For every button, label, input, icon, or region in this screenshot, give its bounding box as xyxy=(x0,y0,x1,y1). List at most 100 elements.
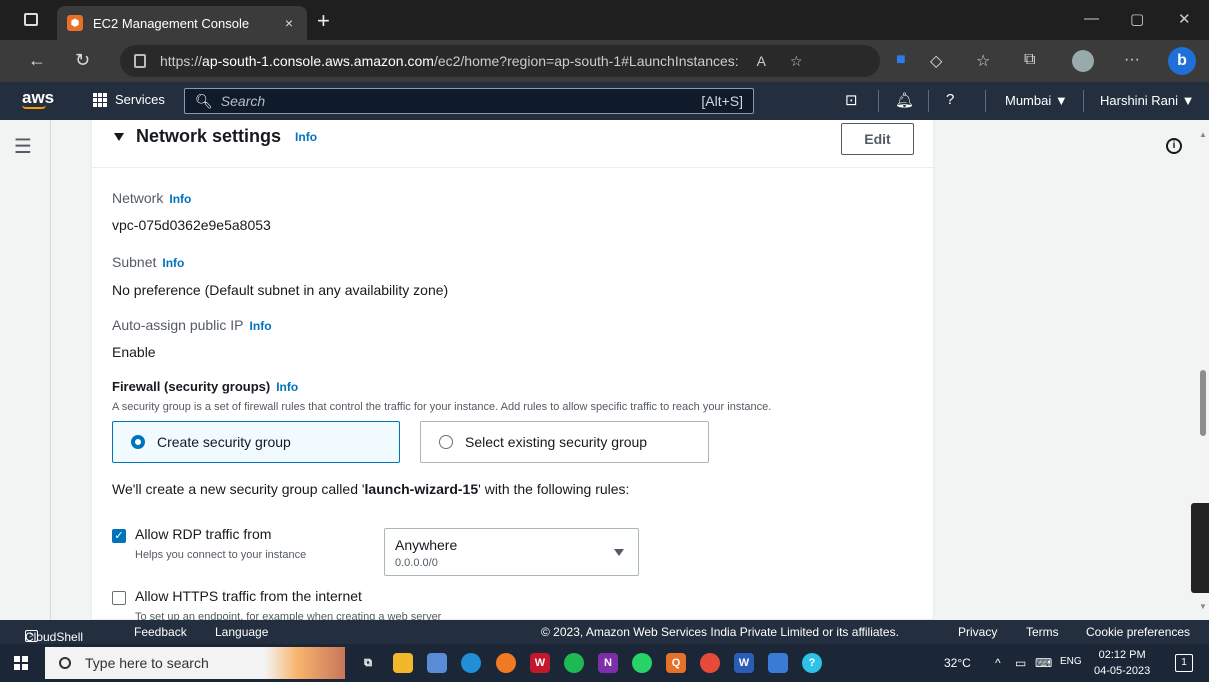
tab-close-icon[interactable]: × xyxy=(281,15,297,31)
whatsapp-icon[interactable] xyxy=(632,653,652,673)
side-tools-strip[interactable] xyxy=(1191,503,1209,593)
search-highlight-image xyxy=(265,647,345,679)
info-link[interactable]: Info xyxy=(295,130,317,144)
address-bar[interactable]: https://ap-south-1.console.aws.amazon.co… xyxy=(120,45,880,77)
create-security-group-option[interactable]: Create security group xyxy=(112,421,400,463)
aws-footer: > CloudShell Feedback Language © 2023, Am… xyxy=(0,620,1209,644)
firewall-info-link[interactable]: Info xyxy=(276,380,298,394)
subnet-label: Subnet Info xyxy=(112,254,185,270)
network-value: vpc-075d0362e9e5a8053 xyxy=(112,217,271,233)
notifications-bell-icon[interactable]: 🔔︎ xyxy=(895,91,914,109)
privacy-link[interactable]: Privacy xyxy=(958,625,997,639)
hamburger-menu-icon[interactable]: ☰ xyxy=(14,134,32,159)
help-app-icon[interactable]: ? xyxy=(802,653,822,673)
lock-icon xyxy=(134,54,146,68)
network-app-icon[interactable] xyxy=(768,653,788,673)
battery-icon[interactable]: ▭ xyxy=(1015,656,1026,670)
services-menu[interactable]: Services xyxy=(93,92,165,107)
keyboard-icon[interactable]: ⌨ xyxy=(1035,656,1052,670)
tab-title: EC2 Management Console xyxy=(93,15,250,31)
favorite-star-icon[interactable]: ☆ xyxy=(790,53,803,70)
scroll-down-icon[interactable]: ▼ xyxy=(1199,602,1207,611)
spotify-icon[interactable] xyxy=(564,653,584,673)
allow-rdp-checkbox[interactable]: ✓ xyxy=(112,529,126,543)
weather-widget[interactable]: 32°C xyxy=(944,656,971,670)
language-indicator[interactable]: ENG xyxy=(1060,656,1082,667)
region-selector[interactable]: Mumbai ▼ xyxy=(1005,93,1068,108)
new-tab-button[interactable]: + xyxy=(317,8,330,34)
windows-taskbar: Type here to search ⧉ W N Q W ? 32°C ^ ▭… xyxy=(0,644,1209,682)
minimize-button[interactable]: — xyxy=(1084,10,1099,27)
taskbar-search-input[interactable]: Type here to search xyxy=(45,647,345,679)
close-window-button[interactable]: ✕ xyxy=(1178,10,1191,28)
cloudshell-icon[interactable]: ⊡ xyxy=(845,91,858,109)
public-ip-info-link[interactable]: Info xyxy=(250,319,272,333)
extension-icon[interactable]: ■ xyxy=(896,51,906,69)
security-group-note: We'll create a new security group called… xyxy=(112,481,630,497)
rdp-source-select[interactable]: Anywhere 0.0.0.0/0 xyxy=(384,528,639,576)
info-panel-icon[interactable]: i xyxy=(1166,138,1182,154)
network-settings-panel: Network settings Info Edit Network Info v… xyxy=(91,120,935,620)
tray-overflow-icon[interactable]: ^ xyxy=(995,656,1001,670)
url-host: ap-south-1.console.aws.amazon.com xyxy=(202,53,434,69)
url-prefix: https:// xyxy=(160,53,203,69)
task-view-icon[interactable]: ⧉ xyxy=(358,653,378,673)
collections-icon[interactable]: ⧉ xyxy=(1024,51,1035,69)
notification-center-icon[interactable]: 1 xyxy=(1175,654,1193,672)
radio-unselected-icon[interactable] xyxy=(439,435,453,449)
taskbar-search-placeholder: Type here to search xyxy=(85,655,209,671)
wps-office-icon[interactable]: W xyxy=(530,653,550,673)
select-existing-label: Select existing security group xyxy=(465,434,648,450)
aws-logo[interactable]: aws xyxy=(22,88,54,109)
network-info-link[interactable]: Info xyxy=(169,192,191,206)
favorites-icon[interactable]: ☆ xyxy=(976,51,990,71)
scroll-up-icon[interactable]: ▲ xyxy=(1199,130,1207,139)
copyright-text: © 2023, Amazon Web Services India Privat… xyxy=(541,625,899,639)
help-icon[interactable]: ? xyxy=(946,91,954,108)
main-content: ☰ Network settings Info Edit Network Info… xyxy=(0,120,1209,620)
system-clock[interactable]: 02:12 PM 04-05-2023 xyxy=(1094,647,1150,679)
profile-avatar[interactable] xyxy=(1072,50,1094,72)
select-existing-security-group-option[interactable]: Select existing security group xyxy=(420,421,709,463)
bing-chat-icon[interactable]: b xyxy=(1168,47,1196,75)
firefox-icon[interactable] xyxy=(496,653,516,673)
clock-date: 04-05-2023 xyxy=(1094,665,1151,677)
search-icon: 🔍︎ xyxy=(195,92,213,109)
scrollbar-thumb[interactable] xyxy=(1200,370,1206,436)
app-icon[interactable] xyxy=(427,653,447,673)
security-group-name: launch-wizard-15 xyxy=(364,481,479,497)
caret-down-icon xyxy=(114,132,124,141)
clock-time: 02:12 PM xyxy=(1098,649,1146,661)
aws-global-nav: aws Services 🔍︎ Search [Alt+S] ⊡ 🔔︎ ? Mu… xyxy=(0,82,1209,120)
subnet-info-link[interactable]: Info xyxy=(162,256,184,270)
cookie-preferences-link[interactable]: Cookie preferences xyxy=(1086,625,1190,639)
maximize-button[interactable]: ▢ xyxy=(1130,10,1144,28)
services-grid-icon xyxy=(93,92,107,107)
account-menu[interactable]: Harshini Rani ▼ xyxy=(1100,93,1195,108)
read-aloud-icon[interactable]: A xyxy=(757,53,766,69)
onenote-icon[interactable]: N xyxy=(598,653,618,673)
edit-button[interactable]: Edit xyxy=(841,123,914,155)
file-explorer-icon[interactable] xyxy=(393,653,413,673)
terms-link[interactable]: Terms xyxy=(1026,625,1059,639)
feedback-link[interactable]: Feedback xyxy=(134,625,187,639)
more-menu-icon[interactable]: ··· xyxy=(1124,51,1140,69)
refresh-icon[interactable]: ↻ xyxy=(75,50,90,71)
chrome-icon[interactable] xyxy=(700,653,720,673)
radio-selected-icon[interactable] xyxy=(131,435,145,449)
allow-https-checkbox[interactable] xyxy=(112,591,126,605)
edge-browser-icon[interactable] xyxy=(461,653,481,673)
aws-search-input[interactable]: 🔍︎ Search [Alt+S] xyxy=(184,88,754,114)
allow-rdp-label: Allow RDP traffic from xyxy=(135,526,272,542)
quora-icon[interactable]: Q xyxy=(666,653,686,673)
panel-title[interactable]: Network settings Info xyxy=(114,126,317,147)
browser-tab-ec2[interactable]: ⬢ EC2 Management Console × xyxy=(57,6,307,40)
rdp-source-value: Anywhere xyxy=(395,537,458,553)
word-icon[interactable]: W xyxy=(734,653,754,673)
tab-actions-icon[interactable] xyxy=(24,13,38,26)
language-link[interactable]: Language xyxy=(215,625,268,639)
windows-start-icon[interactable] xyxy=(14,656,28,670)
extensions-puzzle-icon[interactable]: ◇ xyxy=(930,51,942,71)
back-arrow-icon[interactable]: ← xyxy=(28,50,46,71)
public-ip-value: Enable xyxy=(112,344,156,360)
